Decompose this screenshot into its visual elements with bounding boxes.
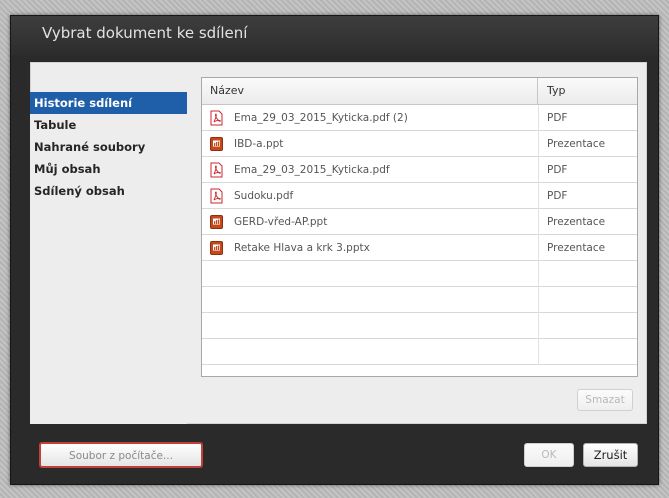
share-document-dialog: Vybrat dokument ke sdílení Historie sdíl… bbox=[10, 15, 659, 485]
ppt-file-icon bbox=[209, 136, 224, 152]
file-type: Prezentace bbox=[547, 216, 606, 228]
column-divider bbox=[538, 131, 539, 157]
sidebar-item-nahrane-soubory[interactable]: Nahrané soubory bbox=[30, 136, 187, 158]
column-divider bbox=[538, 209, 539, 235]
empty-table-row bbox=[202, 339, 637, 365]
ppt-file-icon bbox=[209, 214, 224, 230]
column-divider bbox=[538, 313, 539, 339]
sidebar-item-tabule[interactable]: Tabule bbox=[30, 114, 187, 136]
pdf-file-icon bbox=[209, 162, 224, 178]
empty-table-row bbox=[202, 261, 637, 287]
column-divider bbox=[538, 105, 539, 131]
dialog-title: Vybrat dokument ke sdílení bbox=[42, 24, 248, 42]
table-row[interactable]: IBD-a.ppt Prezentace bbox=[202, 131, 637, 157]
file-type: PDF bbox=[547, 190, 568, 202]
ok-button[interactable]: OK bbox=[524, 443, 574, 467]
column-divider bbox=[538, 261, 539, 287]
file-name: Sudoku.pdf bbox=[234, 190, 294, 202]
table-header: Název Typ bbox=[202, 78, 637, 105]
ppt-file-icon bbox=[209, 240, 224, 256]
file-name: Retake Hlava a krk 3.pptx bbox=[234, 242, 370, 254]
table-row[interactable]: Ema_29_03_2015_Kyticka.pdf PDF bbox=[202, 157, 637, 183]
empty-table-row bbox=[202, 313, 637, 339]
file-name: IBD-a.ppt bbox=[234, 138, 284, 150]
sidebar-item-muj-obsah[interactable]: Můj obsah bbox=[30, 158, 187, 180]
category-sidebar: Historie sdílení Tabule Nahrané soubory … bbox=[30, 92, 187, 424]
file-type: PDF bbox=[547, 112, 568, 124]
delete-button[interactable]: Smazat bbox=[577, 389, 633, 411]
table-row[interactable]: GERD-vřed-AP.ppt Prezentace bbox=[202, 209, 637, 235]
column-divider bbox=[538, 235, 539, 261]
table-row[interactable]: Ema_29_03_2015_Kyticka.pdf (2) PDF bbox=[202, 105, 637, 131]
column-header-name[interactable]: Název bbox=[202, 78, 538, 104]
table-row[interactable]: Retake Hlava a krk 3.pptx Prezentace bbox=[202, 235, 637, 261]
file-type: PDF bbox=[547, 164, 568, 176]
sidebar-item-historie-sdileni[interactable]: Historie sdílení bbox=[30, 92, 187, 114]
file-type: Prezentace bbox=[547, 138, 606, 150]
upload-from-computer-button[interactable]: Soubor z počítače... bbox=[39, 442, 203, 468]
table-row[interactable]: Sudoku.pdf PDF bbox=[202, 183, 637, 209]
empty-table-row bbox=[202, 287, 637, 313]
file-name: Ema_29_03_2015_Kyticka.pdf (2) bbox=[234, 112, 408, 124]
cancel-button[interactable]: Zrušit bbox=[583, 443, 638, 467]
file-table: Název Typ Ema_29_03_2015_Kyticka.pdf (2)… bbox=[201, 77, 638, 377]
file-name: Ema_29_03_2015_Kyticka.pdf bbox=[234, 164, 390, 176]
pdf-file-icon bbox=[209, 188, 224, 204]
column-divider bbox=[538, 339, 539, 365]
dialog-titlebar: Vybrat dokument ke sdílení bbox=[11, 16, 658, 56]
file-name: GERD-vřed-AP.ppt bbox=[234, 216, 328, 228]
file-type: Prezentace bbox=[547, 242, 606, 254]
column-divider bbox=[538, 157, 539, 183]
column-divider bbox=[538, 287, 539, 313]
pdf-file-icon bbox=[209, 110, 224, 126]
column-divider bbox=[538, 183, 539, 209]
sidebar-item-sdileny-obsah[interactable]: Sdílený obsah bbox=[30, 180, 187, 202]
column-header-type[interactable]: Typ bbox=[539, 78, 566, 104]
